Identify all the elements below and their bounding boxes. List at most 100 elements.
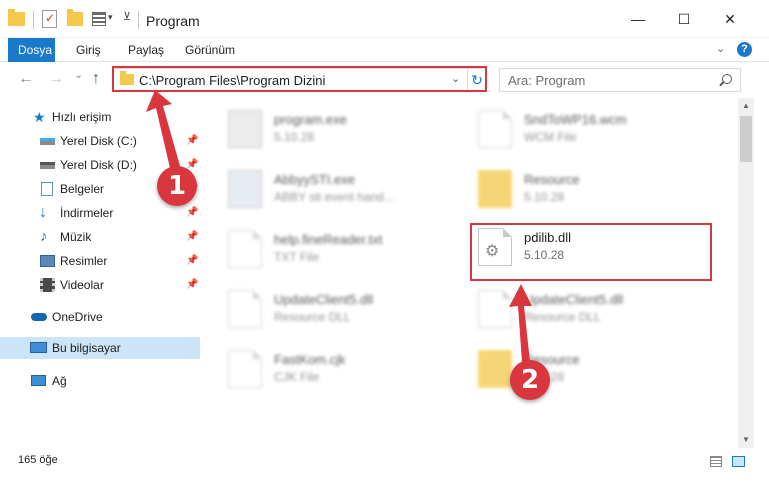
file-name: FastKom.cjk (274, 352, 346, 367)
sidebar-item-label: OneDrive (52, 310, 103, 324)
window-title: Program (146, 13, 200, 29)
documents-icon (41, 182, 53, 196)
sidebar-item-label: Videolar (60, 278, 104, 292)
separator (138, 11, 139, 29)
sidebar-item-label: Resimler (60, 254, 108, 268)
forward-button[interactable]: → (48, 70, 64, 88)
recent-locations-button[interactable]: ⌄ (74, 68, 83, 81)
exe-icon (228, 110, 262, 148)
details-view-icon[interactable] (710, 456, 722, 467)
close-button[interactable]: ✕ (707, 0, 753, 38)
tab-dosya[interactable]: Dosya (8, 38, 55, 62)
document-icon (228, 350, 262, 388)
file-item[interactable]: UpdateClient5.dll Resource DLL (208, 284, 448, 332)
document-icon (228, 230, 262, 268)
file-item[interactable]: AbbyySTI.exe ABBY sti event hand... (208, 164, 448, 212)
pin-icon[interactable]: 📌 (186, 274, 198, 296)
dll-gear-icon (228, 290, 262, 328)
new-folder-icon[interactable] (67, 9, 83, 26)
sidebar-item-label: Yerel Disk (D:) (60, 158, 137, 172)
scroll-up-button[interactable]: ▲ (738, 98, 754, 114)
exe-icon (228, 170, 262, 208)
step-badge-2: 2 (510, 360, 550, 400)
file-meta: 5.10.28 (524, 190, 565, 204)
file-meta: 5.10.28 (274, 130, 315, 144)
sidebar-item-label: Ağ (52, 374, 67, 388)
file-meta: ABBY sti event hand... (274, 190, 394, 204)
tab-paylas[interactable]: Paylaş (118, 38, 174, 62)
sidebar-item-label: Bu bilgisayar (52, 341, 121, 355)
address-highlight-box (112, 66, 487, 92)
file-item[interactable]: program.exe 5.10.28 (208, 104, 448, 152)
folder-icon (478, 170, 512, 208)
file-meta: TXT File (274, 250, 320, 264)
download-icon: ↓ (39, 204, 47, 221)
maximize-button[interactable]: ☐ (661, 0, 707, 38)
file-meta: Resource DLL (524, 310, 601, 324)
scroll-thumb[interactable] (740, 116, 752, 162)
file-name: UpdateClient5.dll (524, 292, 624, 307)
file-item[interactable]: Resource 5.10.28 (458, 344, 698, 392)
sidebar-item-label: Hızlı erişim (52, 110, 112, 124)
help-icon[interactable]: ? (737, 42, 752, 57)
file-item[interactable]: Resource 5.10.28 (458, 164, 698, 212)
customize-toolbar-icon[interactable]: ⊻ (123, 10, 131, 23)
properties-icon[interactable] (42, 10, 57, 28)
network-icon (31, 375, 46, 386)
file-item[interactable]: SndToWP16.wcm WCM File (458, 104, 698, 152)
folder-icon (478, 350, 512, 388)
sidebar-item-disk-c[interactable]: Yerel Disk (C:) 📌 (0, 130, 200, 152)
chevron-down-icon[interactable]: ▾ (108, 12, 113, 23)
ribbon-tabs: Dosya Giriş Paylaş Görünüm ⌄ ? (0, 38, 769, 62)
item-count: 165 öğe (18, 454, 58, 466)
back-button[interactable]: ← (18, 70, 34, 88)
expand-ribbon-icon[interactable]: ⌄ (716, 42, 725, 55)
sidebar-item-this-pc[interactable]: Bu bilgisayar (0, 337, 200, 359)
sidebar-item-onedrive[interactable]: OneDrive (0, 306, 200, 328)
view-options-icon[interactable] (92, 12, 106, 26)
pin-icon[interactable]: 📌 (186, 202, 198, 224)
file-item[interactable]: FastKom.cjk CJK File (208, 344, 448, 392)
pin-icon[interactable]: 📌 (186, 130, 198, 152)
sidebar-item-downloads[interactable]: ↓ İndirmeler 📌 (0, 202, 200, 224)
sidebar-item-label: İndirmeler (60, 206, 114, 220)
status-bar: 165 öğe (0, 448, 769, 487)
file-highlight-box (470, 223, 712, 281)
large-icons-view-icon[interactable] (732, 456, 745, 467)
file-item[interactable]: UpdateClient5.dll Resource DLL (458, 284, 698, 332)
vertical-scrollbar[interactable]: ▲ ▼ (738, 98, 754, 448)
music-icon: ♪ (40, 228, 48, 245)
pin-icon[interactable]: 📌 (186, 250, 198, 272)
document-icon (478, 110, 512, 148)
videos-icon (40, 278, 55, 292)
up-button[interactable]: ↑ (92, 70, 100, 88)
file-name: Resource (524, 172, 580, 187)
sidebar-item-label: Belgeler (60, 182, 105, 196)
sidebar-item-label: Müzik (60, 230, 92, 244)
sidebar-item-videos[interactable]: Videolar 📌 (0, 274, 200, 296)
dll-gear-icon (478, 290, 512, 328)
pin-icon[interactable]: 📌 (186, 226, 198, 248)
sidebar-item-pictures[interactable]: Resimler 📌 (0, 250, 200, 272)
file-meta: CJK File (274, 370, 320, 384)
minimize-button[interactable]: — (615, 0, 661, 38)
file-item[interactable]: help.fineReader.txt TXT File (208, 224, 448, 272)
search-placeholder: Ara: Program (508, 73, 586, 88)
scroll-down-button[interactable]: ▼ (738, 432, 754, 448)
disk-icon (40, 162, 55, 169)
file-meta: WCM File (524, 130, 577, 144)
navigation-pane: ★ Hızlı erişim Yerel Disk (C:) 📌 Yerel D… (0, 98, 200, 448)
sidebar-item-music[interactable]: ♪ Müzik 📌 (0, 226, 200, 248)
file-meta: Resource DLL (274, 310, 351, 324)
sidebar-item-network[interactable]: Ağ (0, 370, 200, 392)
search-input[interactable]: Ara: Program (499, 68, 741, 92)
title-bar: ▾ ⊻ Program — ☐ ✕ (0, 0, 769, 38)
sidebar-item-quick-access[interactable]: ★ Hızlı erişim (0, 106, 200, 128)
separator (33, 11, 34, 29)
disk-icon (40, 138, 55, 145)
tab-giris[interactable]: Giriş (66, 38, 111, 62)
tab-gorunum[interactable]: Görünüm (175, 38, 245, 62)
file-name: program.exe (274, 112, 347, 127)
step-badge-1: 1 (157, 166, 197, 206)
star-icon: ★ (33, 109, 46, 125)
